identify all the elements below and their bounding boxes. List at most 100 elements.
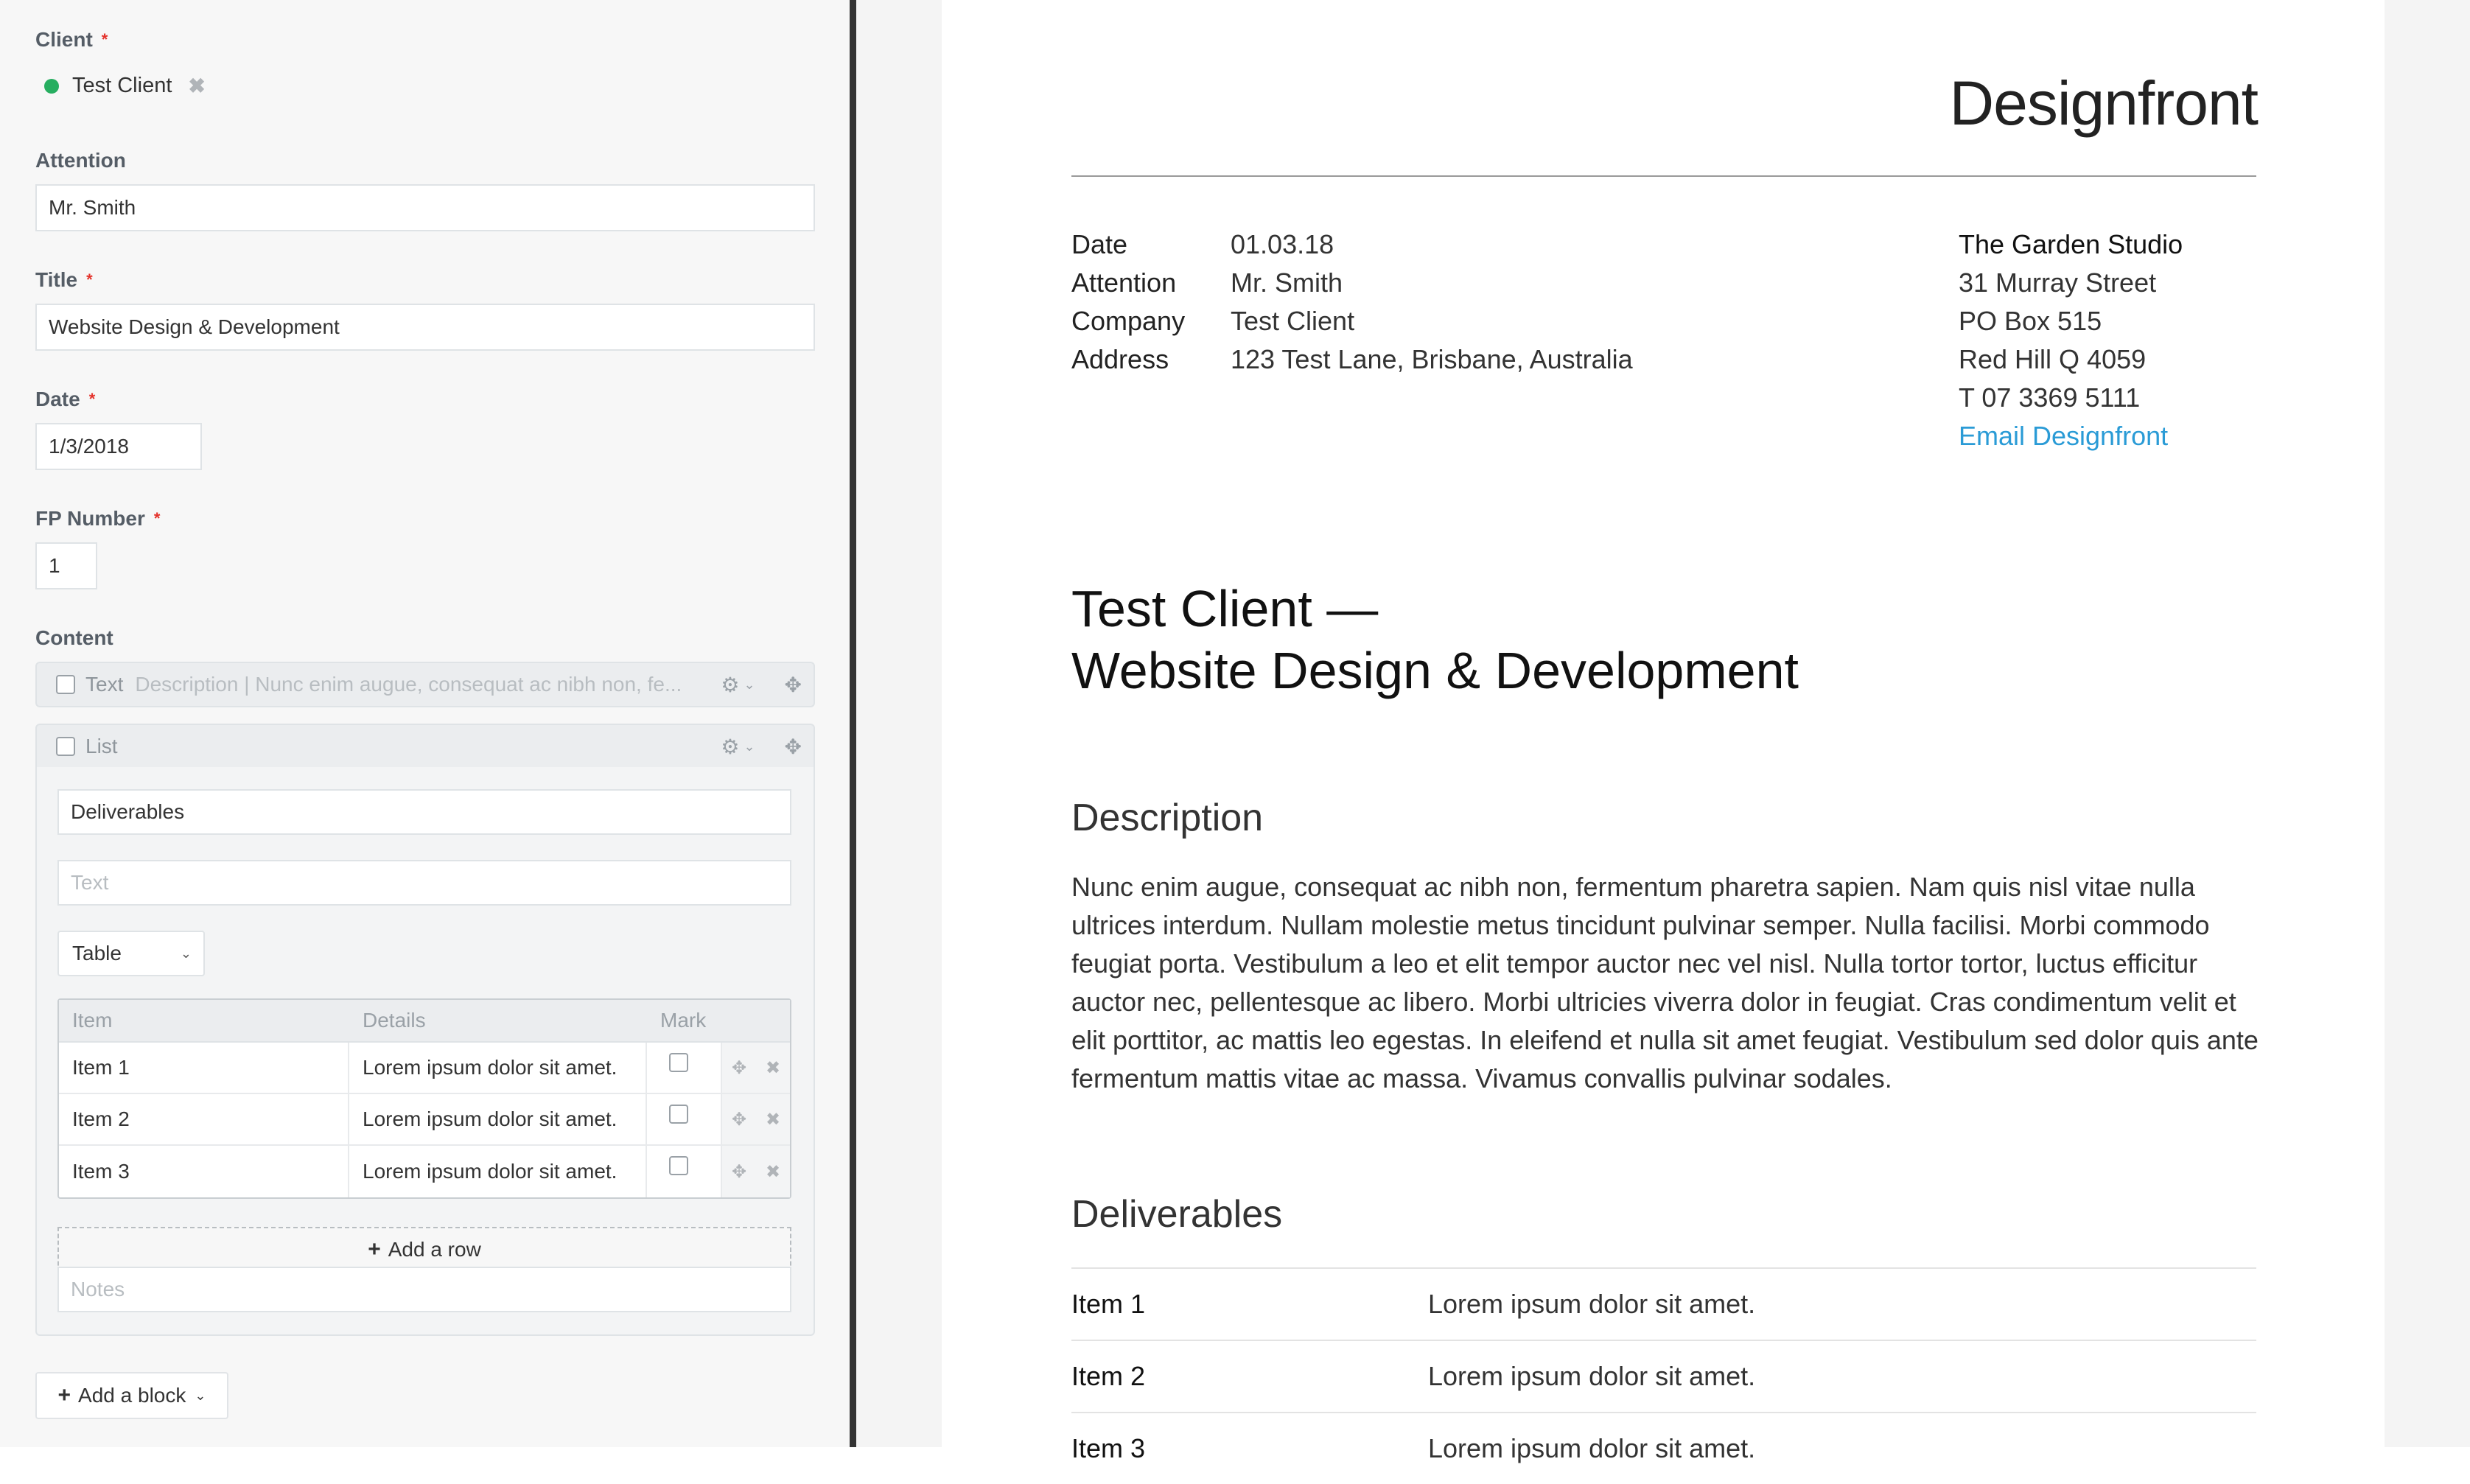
attention-label-text: Attention [35, 149, 126, 172]
email-link[interactable]: Email Designfront [1959, 417, 2183, 455]
drag-handle-icon[interactable]: ✥ [732, 1161, 746, 1183]
required-marker: * [88, 390, 96, 408]
delete-row-icon[interactable]: ✖ [766, 1057, 780, 1079]
list-block-type: List [85, 735, 118, 757]
brand-logo: Designfront [1949, 69, 2259, 138]
client-label: Client * [35, 28, 108, 52]
mark-cell [647, 1146, 722, 1197]
meta-value: 123 Test Lane, Brisbane, Australia [1231, 344, 1633, 374]
column-header-mark: Mark [660, 1009, 707, 1032]
header-rule [1071, 175, 2256, 177]
item-cell[interactable]: Item 2 [59, 1094, 349, 1144]
deliverable-details: Lorem ipsum dolor sit amet. [1428, 1361, 1756, 1391]
meta-table: Date 01.03.18 Attention Mr. Smith Compan… [1071, 225, 1633, 379]
list-block-tools: ⚙ ⌄ ✥ [721, 725, 802, 768]
meta-row: Address 123 Test Lane, Brisbane, Austral… [1071, 340, 1633, 379]
chevron-down-icon: ⌄ [195, 1387, 206, 1403]
meta-value: Test Client [1231, 306, 1355, 336]
description-heading: Description [1071, 797, 1264, 839]
chevron-down-icon[interactable]: ⌄ [744, 677, 755, 693]
text-block-header[interactable]: Text Description | Nunc enim augue, cons… [35, 662, 815, 707]
mark-checkbox[interactable] [669, 1105, 688, 1124]
list-block-header[interactable]: List ⚙ ⌄ ✥ [35, 724, 815, 769]
details-cell[interactable]: Lorem ipsum dolor sit amet. [349, 1043, 647, 1093]
attention-label: Attention [35, 149, 126, 172]
drag-handle-icon[interactable]: ✥ [732, 1109, 746, 1130]
plus-icon: + [368, 1237, 381, 1261]
meta-row: Date 01.03.18 [1071, 225, 1633, 264]
meta-key: Attention [1071, 267, 1177, 298]
list-text-placeholder: Text [71, 871, 109, 894]
list-text-input[interactable]: Text [57, 860, 791, 906]
display-type-select[interactable]: Table ⌄ [57, 931, 205, 976]
title-input[interactable]: Website Design & Development [35, 304, 815, 351]
date-label-text: Date [35, 388, 80, 410]
fp-number-label: FP Number * [35, 507, 160, 531]
drag-handle-icon[interactable]: ✥ [785, 735, 802, 759]
fp-number-input[interactable]: 1 [35, 542, 97, 589]
deliverable-details: Lorem ipsum dolor sit amet. [1428, 1289, 1756, 1319]
studio-name: The Garden Studio [1959, 229, 2183, 259]
list-heading-input[interactable]: Deliverables [57, 789, 791, 835]
deliverable-item: Item 2 [1071, 1361, 1146, 1391]
gear-icon[interactable]: ⚙ [721, 673, 739, 697]
date-input[interactable]: 1/3/2018 [35, 423, 202, 470]
client-name: Test Client [72, 74, 172, 97]
text-block-checkbox[interactable] [56, 675, 75, 694]
table-row: Item 2 Lorem ipsum dolor sit amet. ✥ ✖ [59, 1094, 790, 1146]
item-cell[interactable]: Item 3 [59, 1146, 349, 1197]
list-heading-value: Deliverables [71, 800, 185, 823]
mark-checkbox[interactable] [669, 1156, 688, 1175]
item-cell[interactable]: Item 1 [59, 1043, 349, 1093]
studio-street: 31 Murray Street [1959, 267, 2157, 298]
add-row-button[interactable]: + Add a row [57, 1227, 791, 1273]
required-marker: * [153, 509, 161, 528]
chevron-down-icon: ⌄ [180, 945, 192, 961]
studio-address: The Garden Studio 31 Murray Street PO Bo… [1959, 225, 2183, 455]
details-cell[interactable]: Lorem ipsum dolor sit amet. [349, 1094, 647, 1144]
client-label-text: Client [35, 28, 93, 51]
chevron-down-icon[interactable]: ⌄ [744, 739, 755, 755]
meta-value: Mr. Smith [1231, 267, 1343, 298]
required-marker: * [101, 30, 108, 49]
deliverable-item: Item 3 [1071, 1433, 1146, 1463]
text-block-type: Text [85, 673, 124, 696]
list-block-body: Deliverables Text Table ⌄ Item Details M… [35, 767, 815, 1336]
list-block-checkbox[interactable] [56, 737, 75, 756]
fp-number-label-text: FP Number [35, 507, 145, 530]
attention-input[interactable]: Mr. Smith [35, 184, 815, 231]
list-table: Item Details Mark Item 1 Lorem ipsum dol… [57, 998, 791, 1199]
document-preview: Designfront Date 01.03.18 Attention Mr. … [942, 0, 2385, 1463]
drag-handle-icon[interactable]: ✥ [785, 673, 802, 697]
client-selection[interactable]: Test Client ✖ [44, 74, 206, 98]
meta-key: Address [1071, 344, 1169, 374]
table-row: Item 3 Lorem ipsum dolor sit amet. ✥ ✖ [59, 1146, 790, 1197]
delete-row-icon[interactable]: ✖ [766, 1109, 780, 1130]
row-tools: ✥ ✖ [722, 1043, 790, 1093]
deliverable-row: Item 3 Lorem ipsum dolor sit amet. [1071, 1412, 2256, 1484]
description-body: Nunc enim augue, consequat ac nibh non, … [1071, 872, 2259, 1093]
title-label-text: Title [35, 268, 78, 291]
meta-value: 01.03.18 [1231, 229, 1334, 259]
row-tools: ✥ ✖ [722, 1146, 790, 1197]
mark-checkbox[interactable] [669, 1053, 688, 1072]
add-block-button[interactable]: + Add a block ⌄ [35, 1372, 228, 1419]
column-header-item: Item [72, 1009, 113, 1032]
date-value: 1/3/2018 [49, 435, 129, 458]
deliverable-item: Item 1 [1071, 1289, 1146, 1319]
add-row-label: Add a row [388, 1238, 481, 1261]
mark-cell [647, 1094, 722, 1144]
delete-row-icon[interactable]: ✖ [766, 1161, 780, 1183]
notes-placeholder: Notes [71, 1278, 125, 1301]
studio-suburb: Red Hill Q 4059 [1959, 344, 2147, 374]
document-title-line-2: Website Design & Development [1071, 642, 1799, 699]
meta-key: Date [1071, 229, 1128, 259]
remove-client-icon[interactable]: ✖ [188, 74, 205, 98]
panel-divider[interactable] [850, 0, 856, 1447]
gear-icon[interactable]: ⚙ [721, 735, 739, 759]
text-block-summary: Description | Nunc enim augue, consequat… [135, 673, 682, 696]
details-cell[interactable]: Lorem ipsum dolor sit amet. [349, 1146, 647, 1197]
notes-input[interactable]: Notes [57, 1267, 791, 1312]
drag-handle-icon[interactable]: ✥ [732, 1057, 746, 1079]
text-block-tools: ⚙ ⌄ ✥ [721, 663, 802, 706]
